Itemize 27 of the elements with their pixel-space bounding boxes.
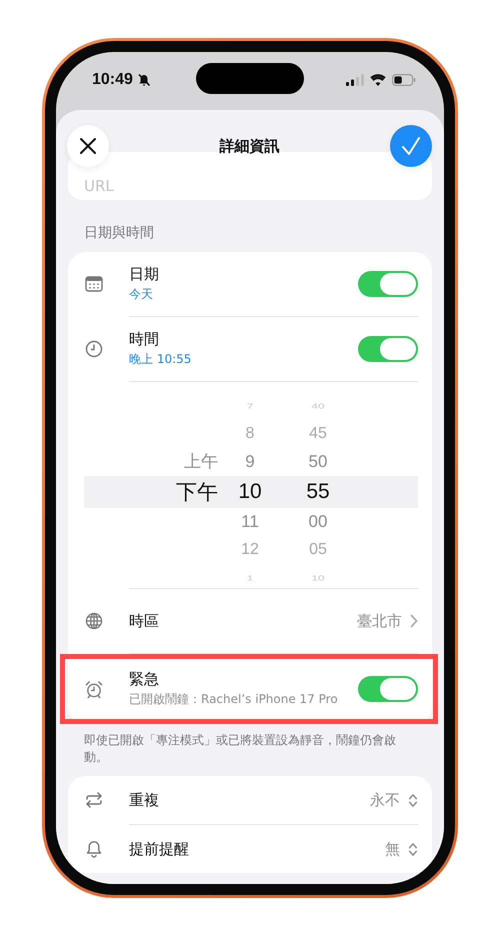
row-detail: 已開啟鬧鐘：Rachel’s iPhone 17 Pro: [129, 691, 339, 708]
picker-value[interactable]: 12: [241, 536, 259, 564]
picker-value[interactable]: 50: [308, 448, 328, 476]
row-value[interactable]: 無: [385, 840, 400, 858]
picker-value[interactable]: 9: [245, 448, 255, 476]
section-heading: 日期與時間: [84, 224, 155, 242]
picker-value[interactable]: 11: [241, 508, 259, 536]
picker-value[interactable]: 8: [246, 420, 254, 448]
row-detail: 今天: [129, 286, 154, 303]
picker-value[interactable]: 45: [309, 420, 327, 448]
picker-value[interactable]: 10: [238, 476, 262, 508]
row-label: 重複: [129, 790, 160, 810]
row-value[interactable]: 永不: [370, 790, 400, 810]
picker-value[interactable]: 05: [309, 536, 327, 564]
row-label: 日期: [129, 265, 160, 284]
alarm-footnote: 即使已開啟「專注模式」或已將裝置設為靜音，鬧鐘仍會啟動。: [84, 732, 397, 766]
row-label: 時區: [129, 612, 160, 630]
picker-value[interactable]: 上午: [184, 448, 218, 476]
picker-value[interactable]: 00: [308, 508, 328, 536]
row-label: 時間: [129, 330, 160, 349]
status-time: 10:49: [92, 71, 133, 89]
row-label: 緊急: [129, 670, 160, 689]
row-detail: 晚上 10:55: [129, 351, 192, 368]
picker-value[interactable]: 55: [306, 476, 330, 508]
row-label: 提前提醒: [129, 840, 190, 858]
picker-value[interactable]: 下午: [176, 476, 218, 508]
row-value: 臺北市: [357, 612, 402, 630]
